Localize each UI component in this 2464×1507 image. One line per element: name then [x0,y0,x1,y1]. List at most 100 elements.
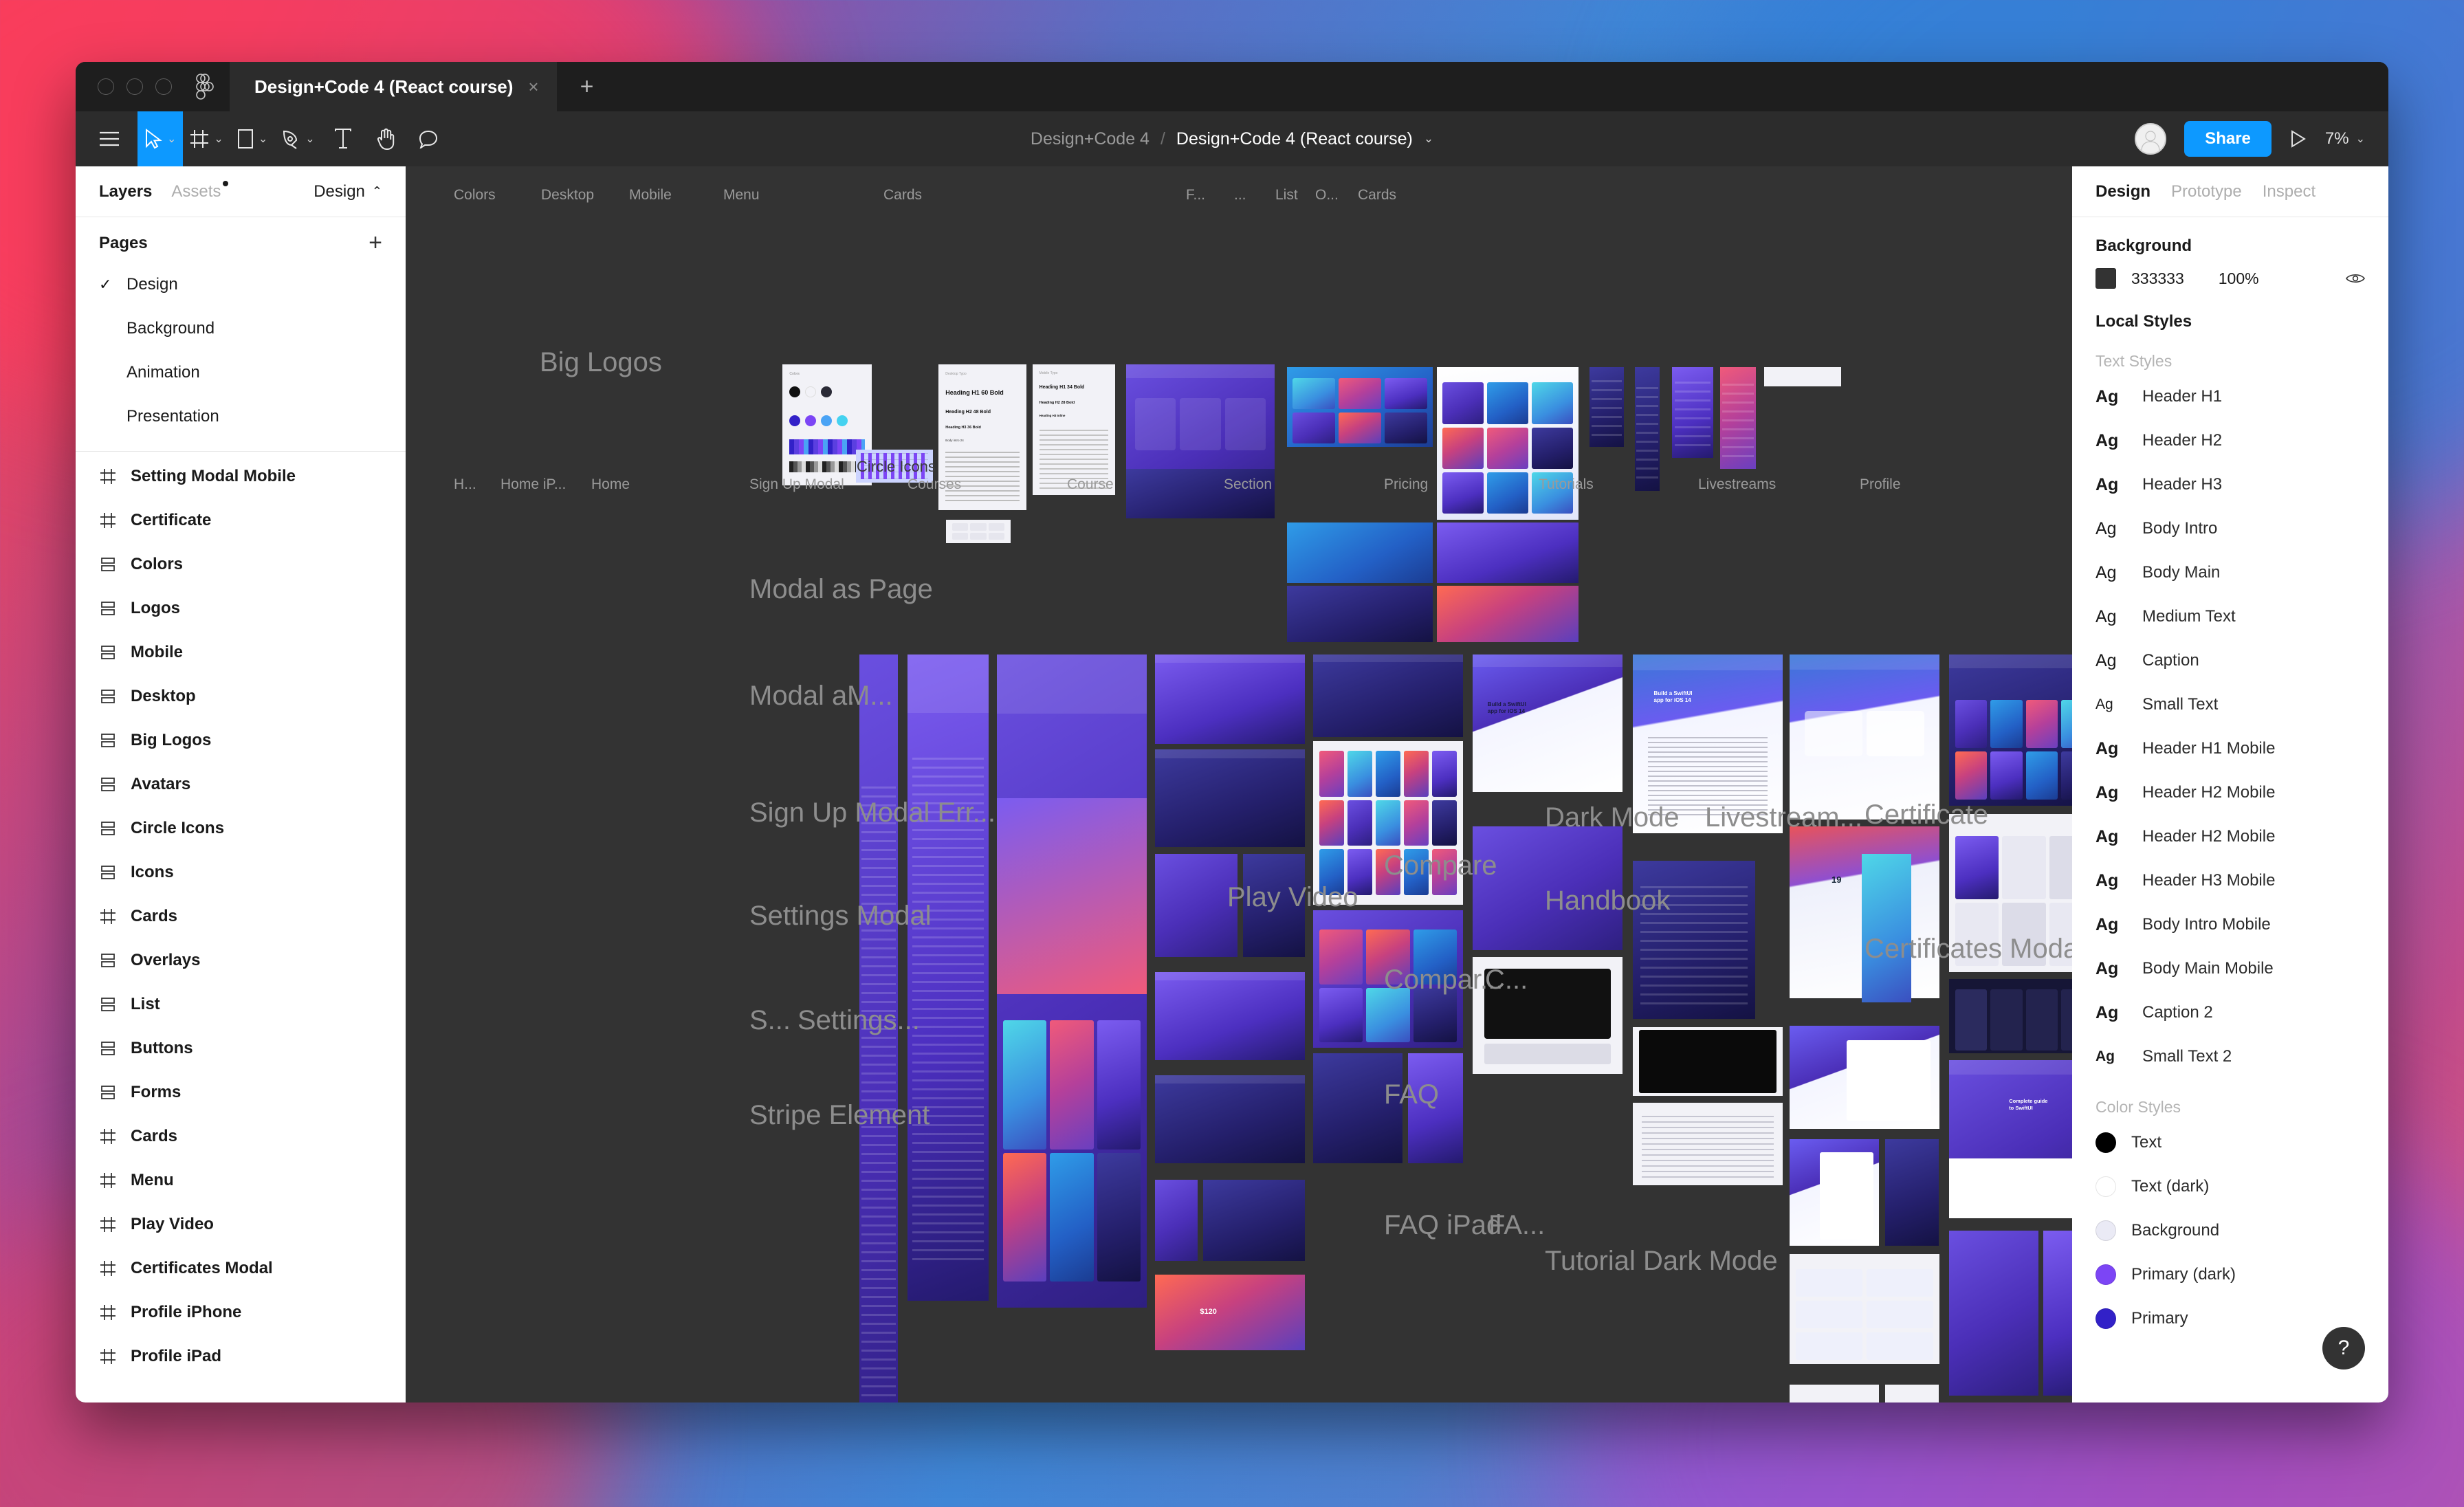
frame-label[interactable]: Section [1224,476,1272,493]
text-style-row[interactable]: Ag Body Intro Mobile [2072,903,2388,947]
frame-label[interactable]: Home [591,476,630,493]
frame-label[interactable]: Colors [454,187,496,204]
layer-row[interactable]: Profile iPhone [76,1290,406,1334]
artboard-big-logos[interactable] [946,520,1011,543]
background-fill-row[interactable]: 333333 100% [2072,263,2388,289]
artboard-pricing-c[interactable] [1862,854,1911,1002]
frame-label[interactable]: List [1275,187,1298,204]
artboard-cards-c[interactable] [1287,522,1433,583]
comment-tool-button[interactable] [407,111,450,166]
frame-label[interactable]: FAQ [1384,1079,1439,1110]
tab-layers[interactable]: Layers [99,182,152,201]
tab-assets[interactable]: Assets [171,180,229,201]
zoom-control[interactable]: 7% ⌄ [2325,129,2365,148]
tab-design[interactable]: Design [2096,182,2150,201]
artboard-sign-up-modal[interactable] [1155,654,1305,744]
artboard-faq-ipad[interactable] [1790,1385,1879,1402]
color-swatch[interactable] [2096,1220,2116,1241]
artboard-settings-s[interactable] [1155,1180,1198,1261]
layer-row[interactable]: Cards [76,1114,406,1158]
frame-label[interactable]: Course [1067,476,1114,493]
share-button[interactable]: Share [2184,121,2272,157]
chevron-up-icon[interactable]: ⌃ [372,184,382,199]
frame-label[interactable]: Dark Mode [1545,802,1680,833]
frame-label[interactable]: Pricing [1384,476,1428,493]
artboard-cards-top[interactable] [1764,367,1841,386]
artboard-cards-e[interactable] [1287,586,1433,642]
color-style-row[interactable]: Primary (dark) [2072,1253,2388,1297]
color-style-row[interactable]: Text (dark) [2072,1165,2388,1209]
chevron-down-icon[interactable]: ⌄ [167,132,176,146]
frame-label[interactable]: Play Video [1227,882,1358,913]
artboard-cards-b[interactable] [1437,367,1578,520]
layer-row[interactable]: Logos [76,586,406,630]
frame-label[interactable]: Modal as Page [749,574,933,605]
artboard-sign-up-modal-error[interactable] [1155,972,1305,1060]
frame-label[interactable]: Tutorial Dark Mode [1545,1246,1778,1277]
background-opacity-value[interactable]: 100% [2219,270,2259,288]
artboard-handbook[interactable]: Complete guide to SwiftUI [1949,1060,2072,1218]
layers-list[interactable]: Setting Modal Mobile Certificate Colors … [76,454,406,1402]
frame-label[interactable]: Settings Modal [749,901,932,932]
background-hex-value[interactable]: 333333 [2131,270,2184,288]
layer-row[interactable]: Profile iPad [76,1334,406,1378]
chevron-down-icon[interactable]: ⌄ [214,132,223,146]
frame-label[interactable]: Compare [1384,850,1497,881]
color-swatch[interactable] [2096,1176,2116,1197]
chevron-down-icon[interactable]: ⌄ [305,132,314,146]
frame-label[interactable]: Desktop [541,187,594,204]
artboard-compare[interactable] [1790,1026,1939,1129]
frame-label[interactable]: S... [749,1005,791,1036]
add-page-button[interactable]: + [368,231,382,254]
frame-label[interactable]: Sign Up Modal Err... [749,798,996,828]
breadcrumb-parent[interactable]: Design+Code 4 [1031,129,1150,149]
artboard-overlays[interactable] [1720,367,1756,469]
canvas[interactable]: Colors Desktop Typo Heading H1 60 Bold H… [406,166,2072,1402]
frame-tool-button[interactable]: ⌄ [183,111,230,166]
artboard-courses[interactable] [1313,654,1463,737]
maximize-window-button[interactable] [155,78,172,95]
chevron-down-icon[interactable]: ⌄ [1424,132,1433,146]
frame-label[interactable]: ... [1234,187,1246,204]
text-style-row[interactable]: Ag Header H3 Mobile [2072,859,2388,903]
page-item-background[interactable]: Background [76,307,406,351]
text-style-row[interactable]: Ag Small Text 2 [2072,1035,2388,1079]
layer-row[interactable]: Big Logos [76,718,406,762]
color-swatch[interactable] [2096,1264,2116,1285]
artboard-faq[interactable] [1790,1254,1939,1364]
text-style-row[interactable]: Ag Caption [2072,639,2388,683]
artboard-home[interactable] [997,654,1147,1308]
layer-row[interactable]: Colors [76,542,406,586]
frame-label[interactable]: Big Logos [540,347,662,378]
frame-label[interactable]: Cards [1358,187,1396,204]
frame-label[interactable]: Livestreams [1698,476,1776,493]
artboard-faq-mobile[interactable] [1885,1385,1939,1402]
frame-label[interactable]: Certificates Modal [1864,934,2072,965]
color-styles-list[interactable]: Text Text (dark) Background Primary (dark) P… [2072,1121,2388,1341]
artboard-cards-d[interactable] [1437,522,1578,583]
artboard-dark-mode[interactable] [1949,979,2072,1053]
color-swatch[interactable] [2096,1308,2116,1329]
layer-row[interactable]: Mobile [76,630,406,674]
avatar[interactable] [2135,123,2167,155]
frame-label[interactable]: Menu [723,187,760,204]
pen-tool-button[interactable]: ⌄ [274,111,321,166]
page-item-design[interactable]: ✓ Design [76,263,406,307]
text-style-row[interactable]: Ag Header H3 [2072,463,2388,507]
artboard-mobile[interactable]: Mobile Typo Heading H1 34 Bold Heading H… [1033,364,1115,495]
text-style-row[interactable]: Ag Body Intro [2072,507,2388,551]
artboard-play-video[interactable] [1633,1027,1783,1096]
move-tool-button[interactable]: ⌄ [138,111,184,166]
frame-label[interactable]: FA... [1488,1210,1545,1241]
color-style-row[interactable]: Background [2072,1209,2388,1253]
text-style-row[interactable]: Ag Small Text [2072,683,2388,727]
layer-row[interactable]: Play Video [76,1202,406,1246]
chevron-down-icon[interactable]: ⌄ [2356,132,2365,146]
artboard-pricing[interactable] [1790,654,1939,820]
frame-label[interactable]: Handbook [1545,886,1670,916]
layer-row[interactable]: Certificate [76,498,406,542]
layer-row[interactable]: Setting Modal Mobile [76,454,406,498]
layer-row[interactable]: Overlays [76,938,406,982]
frame-label[interactable]: Home iP... [500,476,566,493]
frame-label[interactable]: Tutorials [1539,476,1594,493]
